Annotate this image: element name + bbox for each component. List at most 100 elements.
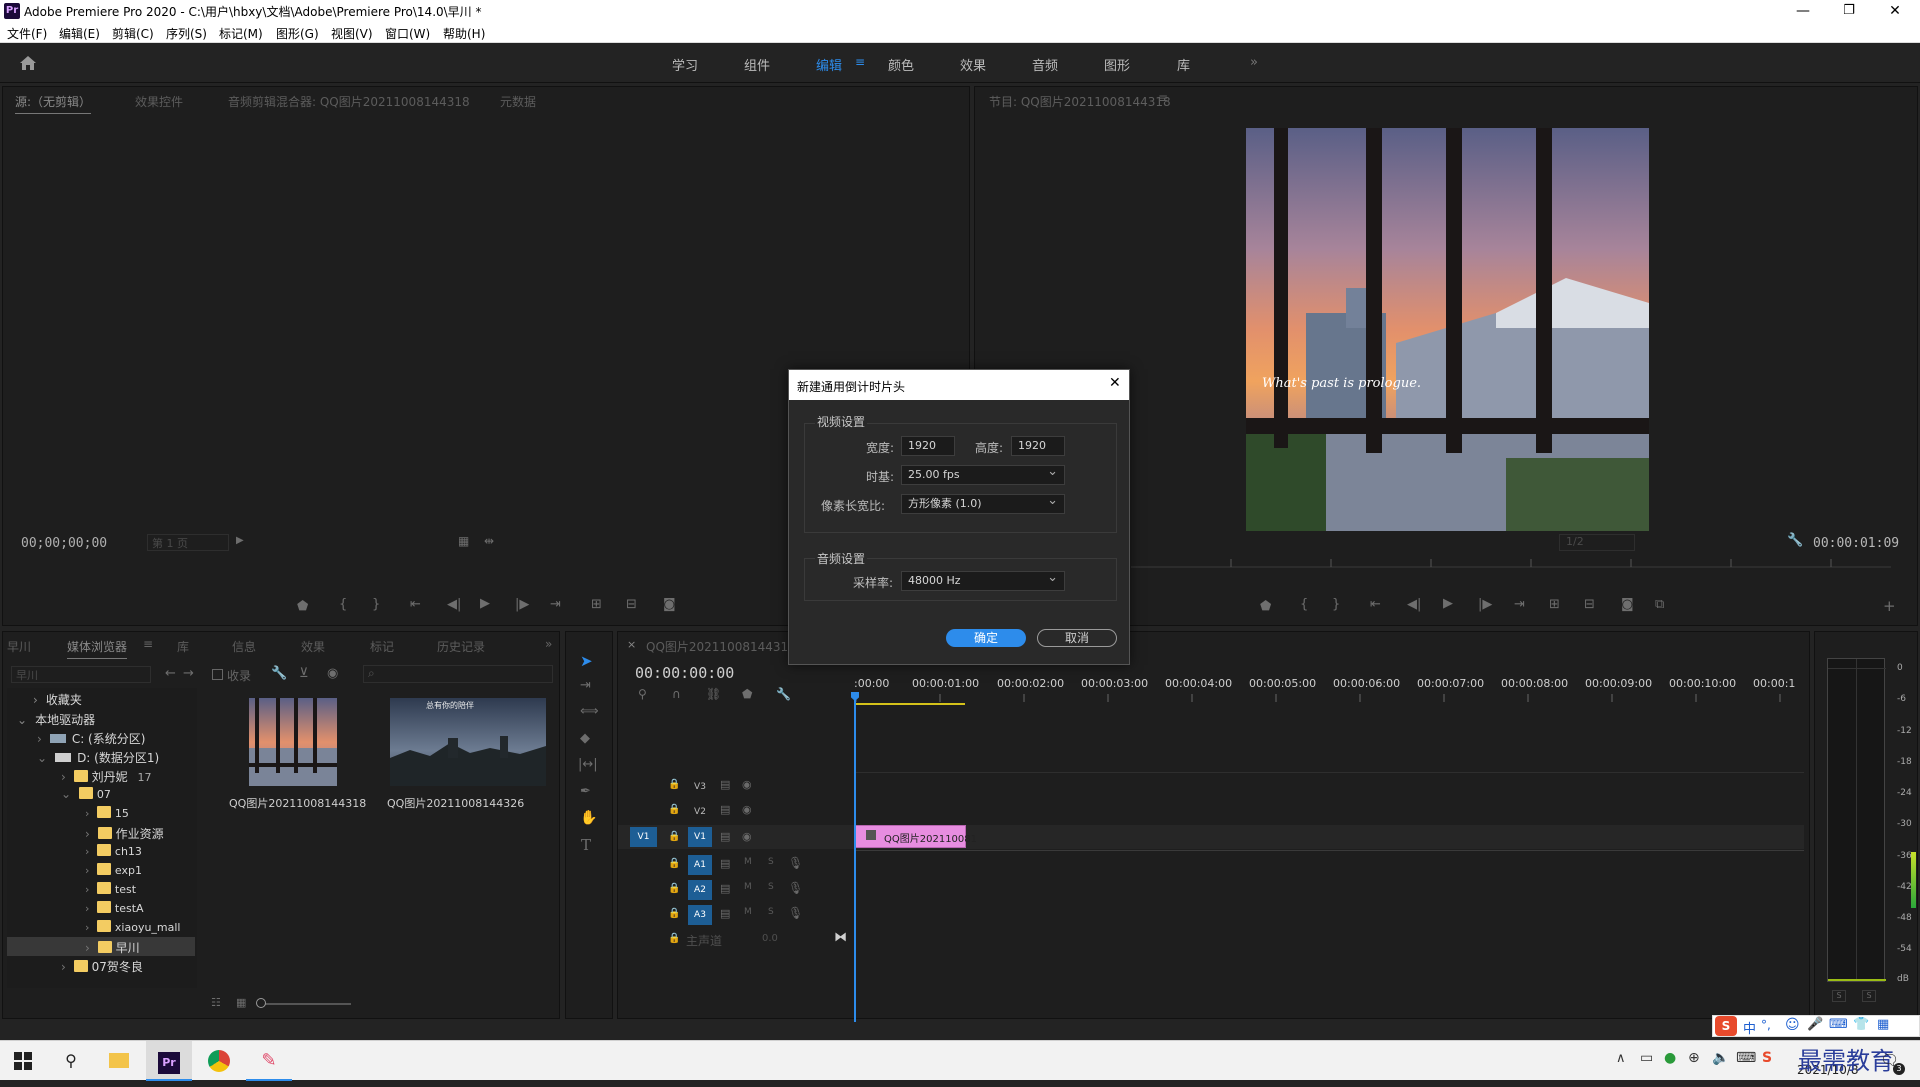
timeline-sequence-tab[interactable]: QQ图片20211008144318 — [646, 638, 796, 655]
track-target-v2[interactable]: V2 — [690, 804, 710, 820]
minimize-button[interactable]: — — [1780, 0, 1826, 22]
program-ruler[interactable] — [1131, 557, 1891, 569]
tab-media-browser[interactable]: 媒体浏览器 — [67, 638, 128, 659]
type-tool-icon[interactable]: T — [581, 836, 591, 854]
lock-icon[interactable]: 🔒 — [668, 858, 680, 869]
tab-metadata[interactable]: 元数据 — [500, 93, 536, 110]
ok-button[interactable]: 确定 — [946, 629, 1026, 647]
thumbnail-image[interactable] — [249, 698, 337, 786]
program-timecode[interactable]: 00:00:01:09 — [1813, 536, 1899, 551]
sync-lock-icon[interactable]: ▤ — [720, 857, 730, 870]
menu-file[interactable]: 文件(F) — [7, 25, 47, 42]
mute-button[interactable]: M — [744, 907, 752, 917]
lift-icon[interactable]: ⊞ — [1549, 597, 1560, 612]
microphone-icon[interactable]: 🎙 — [788, 906, 803, 920]
settings-toggle-icon[interactable]: ⇹ — [484, 534, 494, 548]
sample-rate-select[interactable]: 48000 Hz — [901, 569, 1065, 591]
tree-item-folder[interactable]: › 刘丹妮 17 — [61, 768, 151, 785]
slip-tool-icon[interactable]: |↔| — [578, 757, 598, 772]
insert-icon[interactable]: ⊞ — [591, 597, 602, 612]
emoji-icon[interactable]: ☺ — [1785, 1017, 1800, 1033]
sogou-logo-icon[interactable]: S — [1715, 1016, 1737, 1036]
network-icon[interactable]: ⊕ — [1688, 1050, 1700, 1066]
filter-icon[interactable]: ⊻ — [299, 666, 309, 681]
source-timecode[interactable]: 00;00;00;00 — [21, 536, 107, 551]
mark-out-icon[interactable]: } — [372, 597, 380, 612]
dialog-close-icon[interactable]: ✕ — [1109, 375, 1121, 391]
tab-info[interactable]: 信息 — [232, 638, 256, 655]
microphone-icon[interactable]: 🎙 — [788, 856, 803, 870]
step-back-icon[interactable]: ◀| — [447, 597, 461, 612]
workspace-tab-audio[interactable]: 音频 — [1032, 55, 1058, 74]
workspace-tab-assembly[interactable]: 组件 — [744, 55, 770, 74]
tab-effect-controls[interactable]: 效果控件 — [135, 93, 183, 110]
snap-icon[interactable]: ∩ — [672, 687, 681, 701]
workspace-more-button[interactable]: » — [1250, 55, 1258, 70]
export-frame-icon[interactable]: ◙ — [663, 597, 676, 612]
sync-lock-icon[interactable]: ▤ — [720, 907, 730, 920]
height-input[interactable]: 1920 — [1011, 436, 1065, 456]
mute-button[interactable]: M — [744, 882, 752, 892]
solo-button[interactable]: S — [768, 882, 774, 892]
tray-security-icon[interactable]: ● — [1664, 1050, 1676, 1066]
source-patch-v1[interactable]: V1 — [630, 827, 657, 847]
extract-icon[interactable]: ⊟ — [1584, 597, 1595, 612]
next-page-icon[interactable]: ▶ — [236, 535, 244, 546]
timeline-timecode[interactable]: 00:00:00:00 — [635, 664, 734, 682]
meter-solo-left[interactable]: S — [1832, 990, 1846, 1002]
wrench-icon[interactable]: 🔧 — [1787, 533, 1803, 548]
program-menu-icon[interactable]: ≡ — [1158, 91, 1168, 105]
chrome-button[interactable] — [196, 1041, 242, 1081]
premiere-taskbar-button[interactable]: Pr — [146, 1041, 192, 1081]
solo-button[interactable]: S — [768, 857, 774, 867]
tree-item-local-drives[interactable]: ⌄ 本地驱动器 — [17, 711, 95, 728]
tree-item-folder[interactable]: › ch13 — [85, 844, 142, 858]
go-to-in-icon[interactable]: ⇤ — [410, 597, 421, 612]
workspace-tab-learn[interactable]: 学习 — [672, 55, 698, 74]
start-button[interactable] — [0, 1041, 46, 1081]
step-forward-icon[interactable]: |▶ — [515, 597, 529, 612]
file-explorer-button[interactable] — [96, 1041, 142, 1081]
menu-view[interactable]: 视图(V) — [331, 25, 373, 42]
play-icon[interactable]: ▶ — [480, 596, 490, 611]
track-target-a1[interactable]: A1 — [688, 855, 712, 875]
safe-margins-icon[interactable]: ▦ — [458, 534, 469, 548]
volume-icon[interactable]: 🔈 — [1712, 1050, 1729, 1066]
hand-tool-icon[interactable]: ✋ — [580, 810, 597, 826]
tree-item-folder[interactable]: › 作业资源 — [85, 825, 164, 842]
program-go-to-out-icon[interactable]: ⇥ — [1514, 597, 1525, 612]
page-select[interactable]: 第 1 页 — [147, 534, 229, 551]
tab-source[interactable]: 源:（无剪辑） — [15, 93, 92, 114]
selection-tool-icon[interactable]: ➤ — [580, 652, 593, 670]
keyboard-icon[interactable]: ⌨ — [1829, 1017, 1848, 1032]
comparison-view-icon[interactable]: ⧉ — [1655, 597, 1664, 612]
icon-view-icon[interactable]: ▦ — [236, 996, 246, 1009]
program-play-icon[interactable]: ▶ — [1443, 596, 1453, 611]
panel-overflow-icon[interactable]: » — [545, 637, 552, 651]
pen-tool-icon[interactable]: ✒ — [580, 784, 591, 799]
eye-icon[interactable]: ◉ — [742, 778, 752, 791]
home-icon[interactable] — [19, 55, 37, 71]
menu-graphics[interactable]: 图形(G) — [276, 25, 319, 42]
ripple-edit-tool-icon[interactable]: ⟺ — [580, 704, 599, 719]
track-target-v3[interactable]: V3 — [690, 779, 710, 795]
sogou-tray-icon[interactable]: S — [1762, 1050, 1772, 1066]
tree-item-folder[interactable]: › xiaoyu_mall — [85, 920, 181, 934]
tab-markers[interactable]: 标记 — [370, 638, 394, 655]
tree-item-drive-d[interactable]: ⌄ D: (数据分区1) — [37, 749, 159, 766]
menu-marker[interactable]: 标记(M) — [219, 25, 263, 42]
path-select[interactable]: 早川 — [11, 666, 151, 683]
button-editor-icon[interactable]: + — [1883, 597, 1896, 615]
meter-solo-right[interactable]: S — [1862, 990, 1876, 1002]
sync-lock-icon[interactable]: ▤ — [720, 778, 730, 791]
lock-icon[interactable]: 🔒 — [668, 883, 680, 894]
go-to-end-icon[interactable]: ⧓ — [834, 930, 847, 945]
add-marker-icon[interactable]: ⬟ — [297, 599, 308, 614]
paint-app-button[interactable]: ✎ — [246, 1041, 292, 1081]
sync-lock-icon[interactable]: ▤ — [720, 803, 730, 816]
view-icon[interactable]: ◉ — [327, 666, 338, 681]
mute-button[interactable]: M — [744, 857, 752, 867]
timebase-select[interactable]: 25.00 fps — [901, 463, 1065, 485]
tree-item-folder[interactable]: › testA — [85, 901, 144, 915]
microphone-icon[interactable]: 🎙 — [788, 881, 803, 895]
